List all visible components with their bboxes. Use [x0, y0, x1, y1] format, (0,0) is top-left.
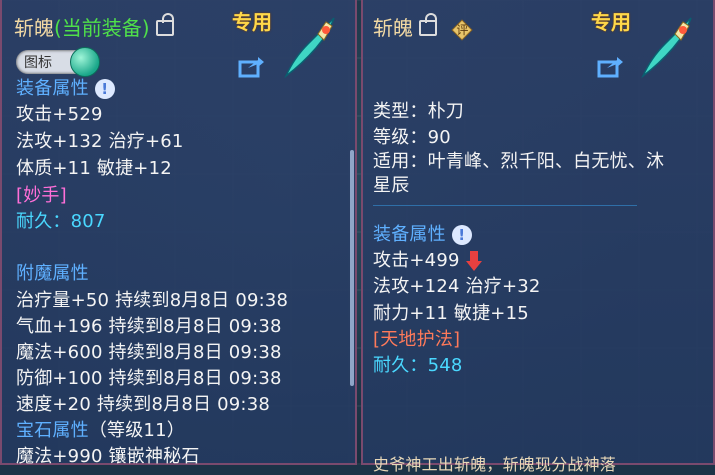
- share-icon[interactable]: [597, 56, 623, 78]
- icon-toggle[interactable]: 图标: [16, 47, 100, 77]
- item-name: 斩魄: [373, 16, 413, 40]
- enchant-header: 附魔属性: [16, 263, 89, 284]
- equip-attr-header-label: 装备属性: [373, 224, 446, 245]
- gem-line: 魔法+990 镶嵌神秘石: [16, 446, 200, 467]
- enchant-line: 气血+196 持续到8月8日 09:38: [16, 316, 282, 337]
- durability: 耐久：807: [16, 211, 106, 232]
- scrollbar[interactable]: [350, 150, 354, 386]
- enchant-line: 防御+100 持续到8月8日 09:38: [16, 368, 282, 389]
- stat-line: 攻击+499: [373, 246, 482, 272]
- weapon-icon: [284, 17, 335, 79]
- stat-line: 法攻+124 治疗+32: [373, 276, 541, 297]
- enchant-line: 魔法+600 持续到8月8日 09:38: [16, 342, 282, 363]
- lock-icon[interactable]: [155, 13, 174, 36]
- lock-icon[interactable]: [419, 13, 437, 36]
- share-icon[interactable]: [238, 56, 264, 78]
- flavor-text: 史爷神工出斩魄，斩魄现分战神落: [373, 455, 617, 474]
- stat-line: 体质+11 敏捷+12: [16, 158, 172, 179]
- divider: [373, 205, 637, 206]
- enchant-line: 速度+20 持续到8月8日 09:38: [16, 394, 271, 415]
- weapon-icon: [641, 17, 692, 79]
- item-name: 斩魄: [14, 16, 54, 40]
- durability-row: 耐久：548: [373, 351, 463, 377]
- exclusive-label: 专用: [591, 10, 631, 34]
- appraise-icon[interactable]: 评: [451, 18, 473, 41]
- durability-label: 耐久：: [373, 355, 428, 376]
- enchant-line: 治疗量+50 持续到8月8日 09:38: [16, 290, 289, 311]
- item-type: 类型：朴刀: [373, 101, 464, 122]
- gem-level: （等级11）: [88, 420, 185, 441]
- stat-line: 耐力+11 敏捷+15: [373, 303, 529, 324]
- equipped-tag: (当前装备): [54, 16, 150, 40]
- durability-value: 548: [427, 355, 463, 376]
- applicable-classes-cont: 星辰: [373, 175, 410, 196]
- gem-header: 宝石属性: [16, 420, 89, 441]
- equipped-item-tooltip: 斩魄(当前装备) 专用 图标 装备属性 ! 攻击+529 法攻+132 治疗+6…: [0, 0, 357, 467]
- item-level: 等级：90: [373, 127, 451, 148]
- stat-line: 攻击+529: [16, 104, 103, 125]
- gem-header-row: 宝石属性（等级11）: [16, 416, 185, 442]
- appraise-label: 评: [456, 22, 469, 37]
- special-skill: [天地护法]: [373, 329, 461, 350]
- exclusive-label: 专用: [232, 10, 272, 34]
- equip-attr-header: 装备属性 !: [16, 74, 115, 100]
- item-title: 斩魄(当前装备): [14, 12, 174, 41]
- stat-line: 法攻+132 治疗+61: [16, 131, 184, 152]
- stat-value: 攻击+499: [373, 250, 460, 271]
- icon-toggle-label: 图标: [24, 55, 52, 71]
- toggle-knob[interactable]: [70, 47, 100, 77]
- special-skill: [妙手]: [16, 185, 67, 206]
- equip-attr-header-label: 装备属性: [16, 78, 89, 99]
- applicable-classes: 适用：叶青峰、烈千阳、白无忧、沐: [373, 151, 665, 172]
- item-title: 斩魄 评: [373, 12, 473, 41]
- equip-attr-header: 装备属性 !: [373, 220, 472, 246]
- compare-item-tooltip: 斩魄 评 专用 类型：朴刀 等级：90 适用：叶青峰、烈千阳、白无忧、沐 星辰 …: [361, 0, 715, 474]
- info-icon[interactable]: !: [451, 225, 472, 245]
- info-icon[interactable]: !: [94, 79, 115, 99]
- down-arrow-icon: [465, 251, 482, 271]
